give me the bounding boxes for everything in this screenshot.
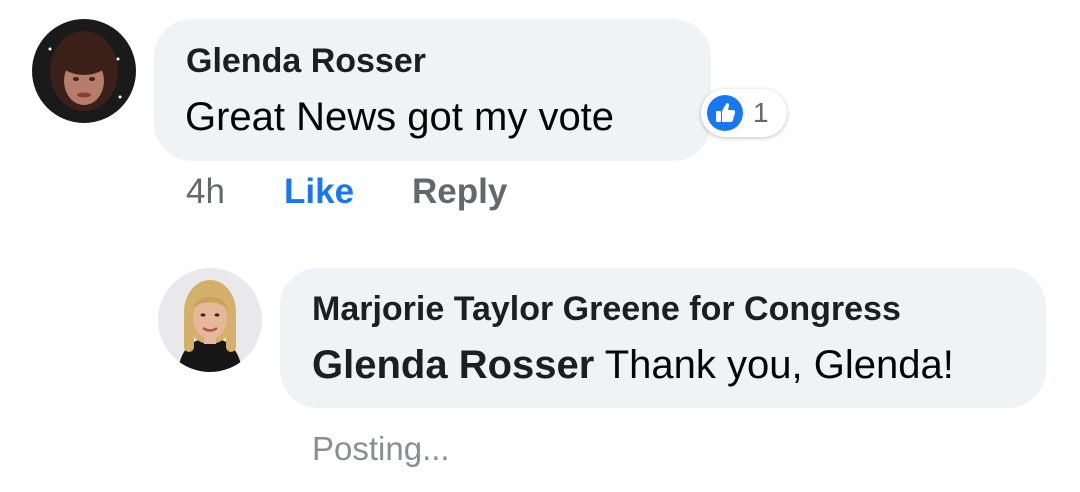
comment-timestamp[interactable]: 4h — [186, 172, 225, 212]
like-button[interactable]: Like — [284, 172, 354, 212]
reply-text: Glenda Rosser Thank you, Glenda! — [312, 341, 954, 389]
posting-status: Posting... — [312, 430, 450, 467]
reply-avatar[interactable] — [158, 268, 262, 372]
reply-avatar-image — [158, 268, 262, 372]
comment-bubble: Glenda Rosser Great News got my vote — [154, 19, 711, 161]
reply-message: Thank you, Glenda! — [594, 343, 954, 387]
commenter-avatar[interactable] — [32, 19, 136, 123]
comment-author[interactable]: Glenda Rosser — [186, 41, 426, 81]
reply-mention[interactable]: Glenda Rosser — [312, 343, 594, 387]
commenter-avatar-image — [32, 19, 136, 123]
reply-button[interactable]: Reply — [412, 172, 507, 212]
reaction-summary[interactable]: 1 — [701, 89, 787, 137]
reply-bubble: Marjorie Taylor Greene for Congress Glen… — [280, 268, 1046, 408]
like-thumbs-up-icon — [707, 95, 743, 131]
comment-text: Great News got my vote — [185, 95, 615, 139]
reply-author[interactable]: Marjorie Taylor Greene for Congress — [312, 289, 901, 329]
reaction-count: 1 — [753, 97, 769, 128]
